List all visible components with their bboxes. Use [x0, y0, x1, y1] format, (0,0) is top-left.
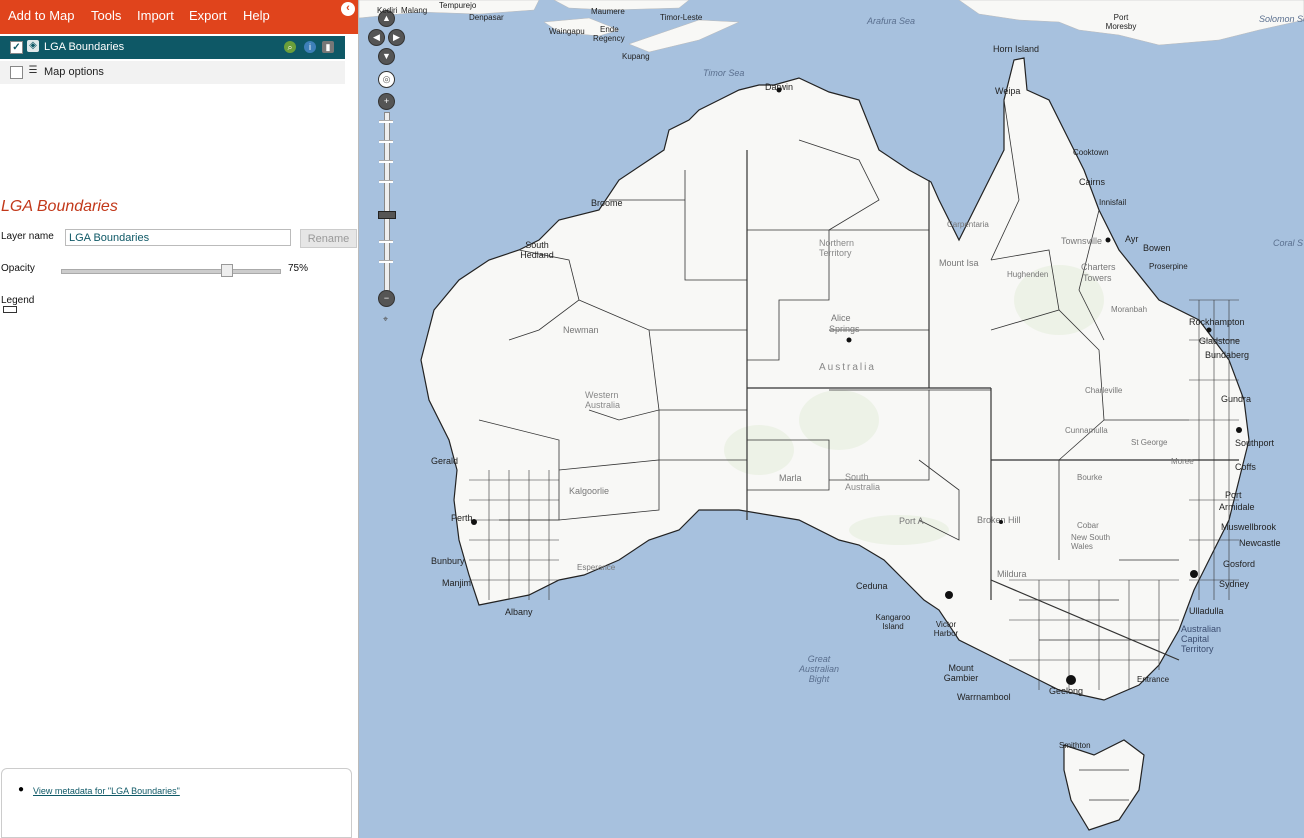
layer-label: LGA Boundaries: [44, 41, 125, 53]
rename-button[interactable]: Rename: [300, 229, 357, 248]
delete-icon[interactable]: ▮: [322, 41, 334, 53]
info-icon[interactable]: i: [304, 41, 316, 53]
sidebar: Add to Map Tools Import Export Help ‹ ✓ …: [0, 0, 358, 838]
city-dot: [1206, 327, 1212, 333]
city-dot: [999, 520, 1003, 524]
menu-help[interactable]: Help: [243, 8, 270, 23]
map-options-label: Map options: [44, 66, 104, 78]
zoom-to-layer-icon[interactable]: ⌕: [284, 41, 296, 53]
opacity-slider[interactable]: [61, 269, 281, 274]
map-view[interactable]: ▲ ◀ ▶ ▼ ◎ + − ⌖ Arafura Sea Timor Sea So…: [359, 0, 1304, 838]
menu-bar: Add to Map Tools Import Export Help: [0, 0, 358, 34]
layer-visibility-checkbox[interactable]: ✓: [10, 41, 23, 54]
opacity-slider-thumb[interactable]: [221, 264, 233, 277]
panel-title: LGA Boundaries: [1, 198, 118, 215]
city-dot: [1066, 675, 1076, 685]
layer-row-lga-boundaries[interactable]: ✓ ◈ LGA Boundaries ⌕ i ▮: [0, 36, 345, 59]
menu-import[interactable]: Import: [137, 8, 174, 23]
list-icon: ☰: [28, 65, 38, 76]
collapse-panel-icon[interactable]: ‹: [341, 2, 355, 16]
city-dot: [776, 87, 782, 93]
layer-row-map-options[interactable]: ☰ Map options: [0, 61, 345, 84]
metadata-panel: ● View metadata for "LGA Boundaries": [1, 768, 352, 838]
map-options-checkbox[interactable]: [10, 66, 23, 79]
legend-label: Legend: [1, 295, 35, 306]
city-dot: [471, 519, 477, 525]
menu-export[interactable]: Export: [189, 8, 227, 23]
layer-name-input[interactable]: [65, 229, 291, 246]
menu-tools[interactable]: Tools: [91, 8, 121, 23]
opacity-value: 75%: [288, 263, 309, 274]
city-dot: [945, 591, 953, 599]
city-dot: [846, 337, 852, 343]
metadata-link[interactable]: View metadata for "LGA Boundaries": [33, 786, 180, 796]
legend-swatch: [3, 306, 17, 313]
bullet: ●: [18, 784, 25, 795]
opacity-label: Opacity: [1, 263, 35, 274]
city-markers: [471, 87, 1242, 685]
layer-name-label: Layer name: [1, 231, 54, 242]
menu-add-to-map[interactable]: Add to Map: [8, 8, 75, 23]
layer-type-icon: ◈: [27, 40, 39, 52]
city-dot: [1190, 570, 1198, 578]
city-dot: [1105, 237, 1111, 243]
city-dot: [1236, 427, 1242, 433]
